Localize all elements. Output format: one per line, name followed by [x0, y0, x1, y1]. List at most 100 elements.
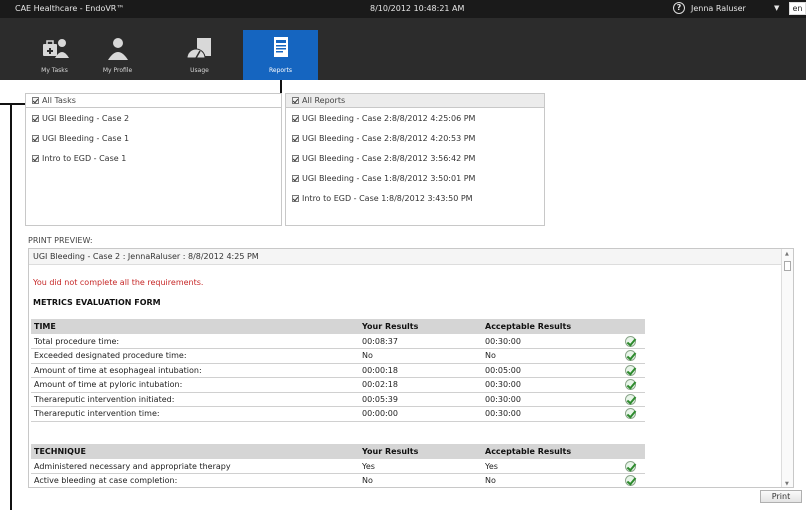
language-button[interactable]: en: [789, 2, 806, 15]
datetime: 8/10/2012 10:48:21 AM: [370, 4, 465, 13]
list-item[interactable]: Intro to EGD - Case 1:8/8/2012 3:43:50 P…: [286, 188, 544, 208]
table-row: Exceeded designated procedure time: No N…: [31, 348, 645, 364]
preview-header: UGI Bleeding - Case 2 : JennaRaluser : 8…: [29, 249, 793, 265]
your-result: Yes: [359, 459, 482, 474]
list-item[interactable]: UGI Bleeding - Case 1:8/8/2012 3:50:01 P…: [286, 168, 544, 188]
your-result: No: [359, 348, 482, 364]
print-preview-pane[interactable]: UGI Bleeding - Case 2 : JennaRaluser : 8…: [28, 248, 794, 488]
checkbox[interactable]: [32, 134, 39, 142]
acceptable-result: Yes: [482, 459, 622, 474]
help-icon[interactable]: ?: [673, 2, 685, 14]
technique-table: TECHNIQUE Your Results Acceptable Result…: [31, 444, 645, 487]
metric-name: Therareputic intervention time:: [31, 406, 359, 422]
checkbox[interactable]: [292, 194, 299, 202]
list-item[interactable]: UGI Bleeding - Case 2:8/8/2012 4:25:06 P…: [286, 108, 544, 128]
app-title: CAE Healthcare - EndoVR™: [15, 4, 125, 13]
acceptable-result: 00:30:00: [482, 392, 622, 407]
all-tasks-header[interactable]: All Tasks: [26, 94, 281, 108]
check-icon: [625, 475, 636, 487]
your-result: 00:08:37: [359, 334, 482, 349]
table-row: Active bleeding at case completion: No N…: [31, 473, 645, 487]
acceptable-result: No: [482, 348, 622, 364]
check-icon: [625, 393, 636, 405]
list-item[interactable]: UGI Bleeding - Case 1: [26, 128, 281, 148]
title-bar: CAE Healthcare - EndoVR™ 8/10/2012 10:48…: [0, 0, 806, 18]
vertical-scrollbar[interactable]: ▲ ▼: [781, 249, 793, 487]
column-header: Your Results: [359, 444, 482, 459]
list-item[interactable]: UGI Bleeding - Case 2: [26, 108, 281, 128]
time-table: TIME Your Results Acceptable Results Tot…: [31, 319, 645, 422]
report-label: UGI Bleeding - Case 2:8/8/2012 3:56:42 P…: [302, 153, 476, 163]
form-title: METRICS EVALUATION FORM: [33, 298, 161, 307]
metric-name: Administered necessary and appropriate t…: [31, 459, 359, 474]
usage-icon: [185, 38, 211, 59]
checkbox[interactable]: [292, 114, 299, 122]
check-icon: [625, 335, 636, 347]
list-item[interactable]: Intro to EGD - Case 1: [26, 148, 281, 168]
task-label: Intro to EGD - Case 1: [42, 153, 127, 163]
acceptable-result: No: [482, 473, 622, 487]
acceptable-result: 00:30:00: [482, 406, 622, 422]
checkbox[interactable]: [32, 114, 39, 122]
metric-name: Therareputic intervention initiated:: [31, 392, 359, 407]
nav-label: Reports: [268, 67, 292, 74]
reports-panel: All Reports UGI Bleeding - Case 2:8/8/20…: [285, 93, 545, 226]
table-row: Therareputic intervention time: 00:00:00…: [31, 406, 645, 422]
table-row: Amount of time at esophageal intubation:…: [31, 363, 645, 378]
checkbox[interactable]: [292, 97, 299, 104]
nav-reports[interactable]: Reports: [243, 30, 318, 80]
all-reports-header[interactable]: All Reports: [286, 94, 544, 108]
nav-usage[interactable]: Usage: [162, 30, 237, 80]
checkbox[interactable]: [32, 154, 39, 162]
table-header: TIME Your Results Acceptable Results: [31, 319, 645, 334]
acceptable-result: 00:30:00: [482, 377, 622, 393]
checkbox[interactable]: [292, 154, 299, 162]
all-tasks-label: All Tasks: [42, 96, 76, 105]
report-label: UGI Bleeding - Case 2:8/8/2012 4:20:53 P…: [302, 133, 476, 143]
table-row: Total procedure time: 00:08:37 00:30:00: [31, 334, 645, 349]
nav-my-profile[interactable]: My Profile: [80, 30, 155, 80]
scroll-up-icon[interactable]: ▲: [785, 251, 789, 257]
column-header: Your Results: [359, 319, 482, 334]
nav-label: Usage: [190, 67, 209, 74]
connector-line: [10, 104, 12, 510]
report-icon: [273, 37, 288, 57]
list-item[interactable]: UGI Bleeding - Case 2:8/8/2012 3:56:42 P…: [286, 148, 544, 168]
metric-name: Exceeded designated procedure time:: [31, 348, 359, 364]
check-icon: [625, 379, 636, 391]
metric-name: Amount of time at esophageal intubation:: [31, 363, 359, 378]
nav-bar: My Tasks My Profile Usage Reports: [0, 18, 806, 80]
task-label: UGI Bleeding - Case 1: [42, 133, 130, 143]
check-icon: [625, 408, 636, 420]
chevron-down-icon[interactable]: ▼: [774, 4, 779, 12]
checkbox[interactable]: [292, 174, 299, 182]
user-name[interactable]: Jenna Raluser: [691, 4, 746, 13]
scroll-thumb[interactable]: [784, 261, 791, 271]
warning-text: You did not complete all the requirement…: [33, 278, 204, 287]
metric-name: Total procedure time:: [31, 334, 359, 349]
report-label: UGI Bleeding - Case 1:8/8/2012 3:50:01 P…: [302, 173, 476, 183]
metric-name: Active bleeding at case completion:: [31, 473, 359, 487]
checkbox[interactable]: [32, 97, 39, 104]
checkbox[interactable]: [292, 134, 299, 142]
scroll-down-icon[interactable]: ▼: [785, 481, 789, 487]
column-header-empty: [622, 444, 645, 459]
acceptable-result: 00:05:00: [482, 363, 622, 378]
column-header: Acceptable Results: [482, 444, 622, 459]
print-button[interactable]: Print: [760, 490, 802, 503]
your-result: 00:05:39: [359, 392, 482, 407]
metric-name: Amount of time at pyloric intubation:: [31, 377, 359, 393]
print-preview-label: PRINT PREVIEW:: [28, 236, 93, 245]
your-result: 00:00:18: [359, 363, 482, 378]
section-title: TECHNIQUE: [31, 444, 359, 459]
report-label: Intro to EGD - Case 1:8/8/2012 3:43:50 P…: [302, 193, 473, 203]
check-icon: [625, 350, 636, 362]
section-title: TIME: [31, 319, 359, 334]
person-icon: [107, 38, 128, 60]
check-icon: [625, 460, 636, 472]
your-result: No: [359, 473, 482, 487]
column-header: Acceptable Results: [482, 319, 622, 334]
list-item[interactable]: UGI Bleeding - Case 2:8/8/2012 4:20:53 P…: [286, 128, 544, 148]
your-result: 00:00:00: [359, 406, 482, 422]
table-row: Therareputic intervention initiated: 00:…: [31, 392, 645, 407]
